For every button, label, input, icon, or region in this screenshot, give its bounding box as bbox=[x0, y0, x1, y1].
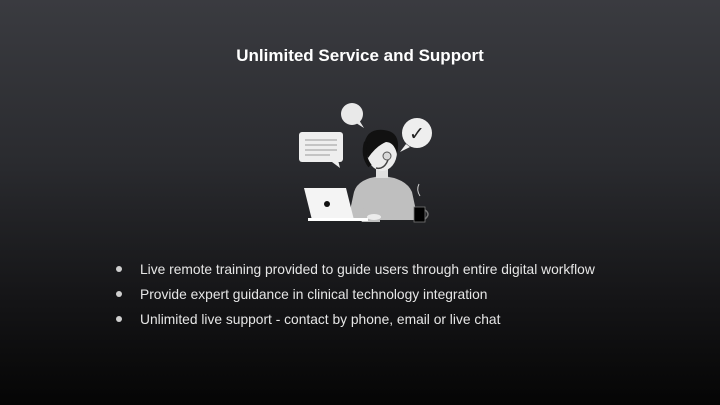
support-agent-icon: ✓ bbox=[299, 103, 432, 223]
list-item-text: Provide expert guidance in clinical tech… bbox=[140, 287, 488, 302]
speech-bubble-small-icon bbox=[341, 103, 364, 128]
list-item: Live remote training provided to guide u… bbox=[115, 260, 595, 285]
list-item-text: Unlimited live support - contact by phon… bbox=[140, 312, 501, 327]
list-item: Unlimited live support - contact by phon… bbox=[115, 310, 595, 335]
list-item-text: Live remote training provided to guide u… bbox=[140, 262, 595, 277]
bullet-icon bbox=[116, 316, 122, 322]
svg-text:✓: ✓ bbox=[409, 123, 425, 145]
check-bubble-icon: ✓ bbox=[400, 118, 432, 152]
coffee-mug-icon bbox=[413, 183, 429, 223]
list-item: Provide expert guidance in clinical tech… bbox=[115, 285, 595, 310]
bullet-icon bbox=[116, 266, 122, 272]
slide-title: Unlimited Service and Support bbox=[236, 46, 484, 65]
feature-list: Live remote training provided to guide u… bbox=[115, 260, 595, 335]
bullet-icon bbox=[116, 291, 122, 297]
chat-bubble-icon bbox=[299, 132, 343, 168]
